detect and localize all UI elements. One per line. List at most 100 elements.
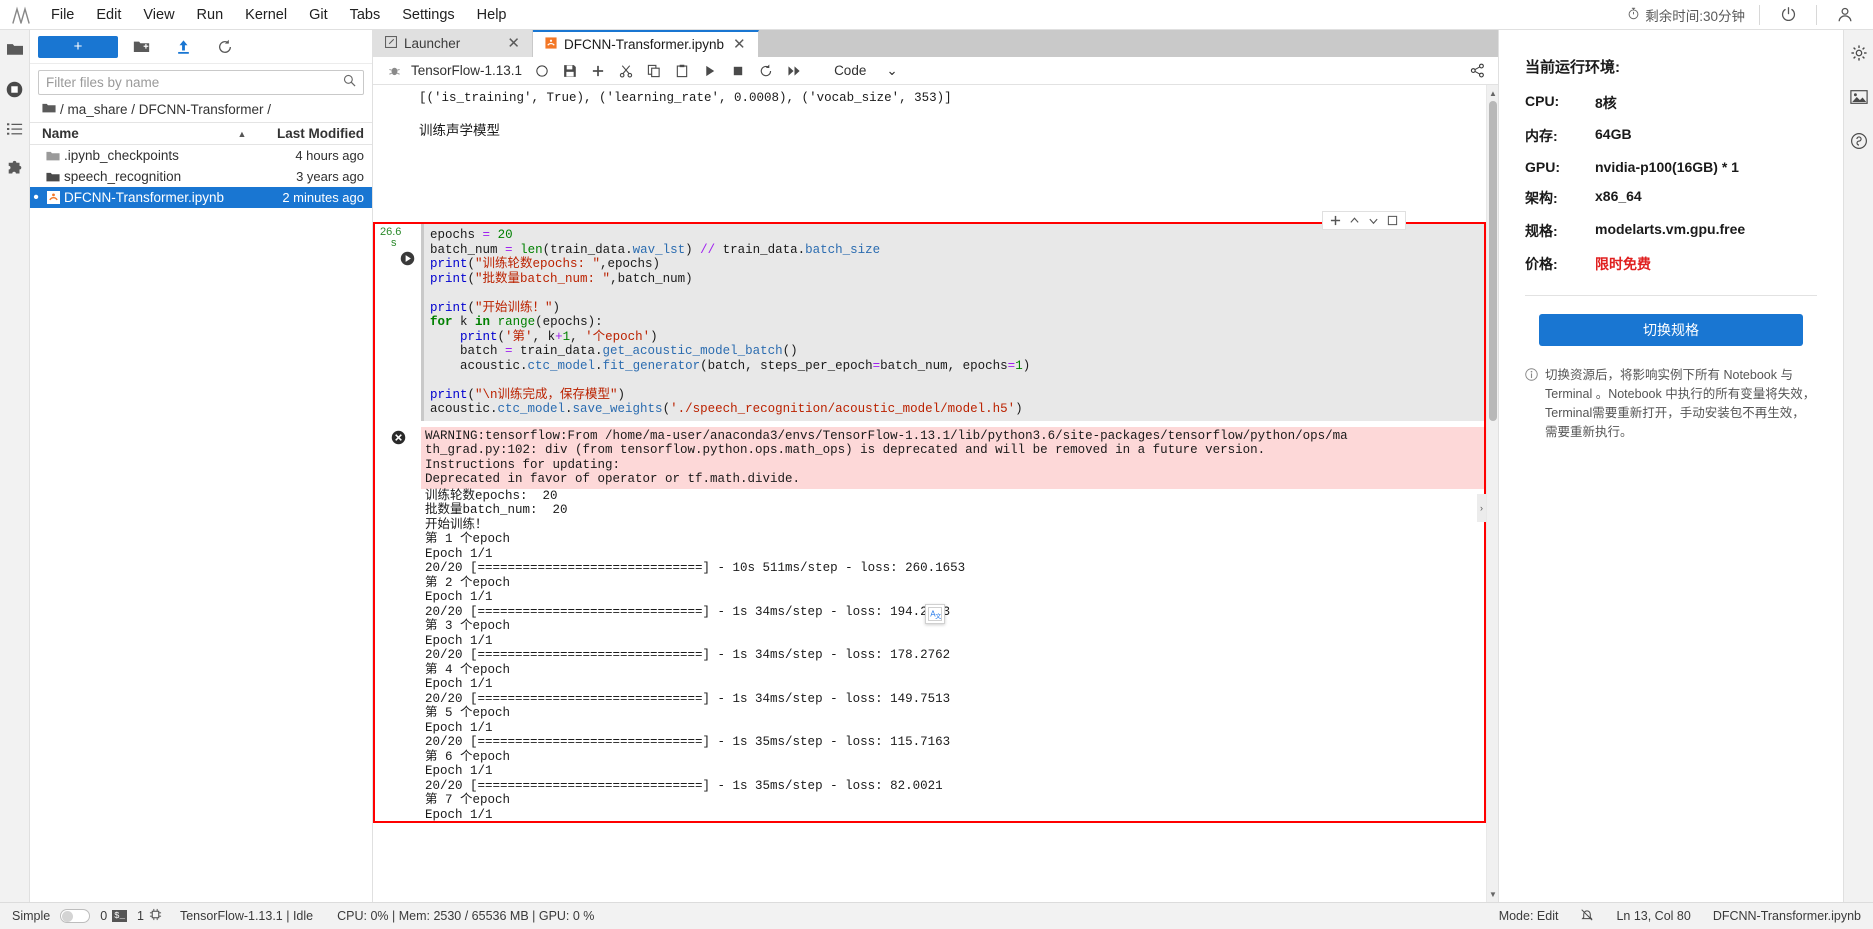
svg-text:文: 文 <box>935 612 941 620</box>
column-header-name[interactable]: Name <box>30 126 232 141</box>
warning-line: Deprecated in favor of operator or tf.ma… <box>425 472 801 486</box>
paste-cell-button[interactable] <box>669 59 695 83</box>
notebook-scrollbar[interactable]: ▲ ▼ <box>1486 85 1498 902</box>
kernel-status-label[interactable]: TensorFlow-1.13.1 | Idle <box>180 909 313 923</box>
restart-run-all-button[interactable] <box>781 59 807 83</box>
scroll-up-arrow-icon[interactable]: ▲ <box>1487 87 1498 99</box>
menu-item-view[interactable]: View <box>132 3 185 27</box>
settings-gear-icon[interactable] <box>1846 40 1872 66</box>
menu-item-kernel[interactable]: Kernel <box>234 3 298 27</box>
power-icon[interactable] <box>1760 6 1816 23</box>
spec-value: modelarts.vm.gpu.free <box>1595 221 1746 237</box>
menu-item-tabs[interactable]: Tabs <box>339 3 392 27</box>
list-item[interactable]: speech_recognition 3 years ago <box>30 166 372 187</box>
spec-value: nvidia-p100(16GB) * 1 <box>1595 159 1739 175</box>
image-panel-icon[interactable] <box>1846 84 1872 110</box>
panel-note-text: 切换资源后，将影响实例下所有 Notebook 与 Terminal 。Note… <box>1545 368 1816 439</box>
menu-item-settings[interactable]: Settings <box>391 3 465 27</box>
spec-key: 规格: <box>1525 223 1558 239</box>
resource-usage-label: CPU: 0% | Mem: 2530 / 65536 MB | GPU: 0 … <box>337 909 595 923</box>
cell-output-row: WARNING:tensorflow:From /home/ma-user/an… <box>375 426 1484 822</box>
menu-bar: File Edit View Run Kernel Git Tabs Setti… <box>0 0 1873 30</box>
spec-value: 64GB <box>1595 126 1632 142</box>
switch-flavor-button[interactable]: 切换规格 <box>1539 314 1803 346</box>
stdout-line: 20/20 [==============================] -… <box>425 604 951 619</box>
new-launcher-button[interactable]: + <box>38 35 118 58</box>
folder-icon <box>42 171 64 183</box>
menu-item-git[interactable]: Git <box>298 3 339 27</box>
insert-cell-button[interactable] <box>585 59 611 83</box>
kernel-idle-circle-icon <box>529 59 555 83</box>
extensions-puzzle-icon[interactable] <box>2 156 28 182</box>
bell-off-icon[interactable] <box>1580 908 1594 925</box>
debug-icon[interactable] <box>381 59 407 83</box>
code-editor[interactable]: epochs = 20 batch_num = len(train_data.w… <box>421 224 1484 421</box>
spec-key: 内存: <box>1525 128 1558 144</box>
running-terminals-icon[interactable] <box>2 76 28 102</box>
restart-kernel-button[interactable] <box>753 59 779 83</box>
cut-cell-button[interactable] <box>613 59 639 83</box>
menu-item-edit[interactable]: Edit <box>85 3 132 27</box>
simple-mode-toggle[interactable] <box>60 909 91 923</box>
notebook-icon <box>42 191 64 204</box>
close-icon[interactable]: ✕ <box>731 37 748 52</box>
search-icon <box>343 74 356 92</box>
remaining-time-label: 剩余时间:30分钟 <box>1645 8 1745 24</box>
close-icon[interactable]: ✕ <box>505 36 522 51</box>
new-folder-icon[interactable] <box>122 34 160 60</box>
scroll-down-arrow-icon[interactable]: ▼ <box>1487 888 1498 900</box>
stdout-line: 第 2 个epoch <box>425 575 511 590</box>
commands-icon[interactable] <box>2 116 28 142</box>
list-item-selected[interactable]: • DFCNN-Transformer.ipynb 2 minutes ago <box>30 187 372 208</box>
menu-item-run[interactable]: Run <box>186 3 235 27</box>
interrupt-kernel-button[interactable] <box>725 59 751 83</box>
file-filter-box[interactable] <box>38 70 364 95</box>
refresh-icon[interactable] <box>206 34 244 60</box>
simple-mode-label: Simple <box>12 909 51 923</box>
file-browser-icon[interactable] <box>2 36 28 62</box>
kernel-count-group[interactable]: 1 <box>137 908 162 924</box>
share-icon[interactable] <box>1464 59 1490 83</box>
scrollbar-thumb[interactable] <box>1489 101 1497 421</box>
right-panel-collapse-handle[interactable]: › <box>1477 493 1486 522</box>
stdout-line: 开始训练！ <box>425 517 488 532</box>
help-circle-icon[interactable] <box>1846 128 1872 154</box>
file-filter-input[interactable] <box>46 75 343 90</box>
breadcrumb-folder-icon <box>42 102 56 117</box>
sort-ascending-icon[interactable]: ▲ <box>232 129 252 139</box>
list-item[interactable]: .ipynb_checkpoints 4 hours ago <box>30 145 372 166</box>
file-browser-toolbar: + <box>30 30 372 64</box>
previous-cell-output: [('is_training', True), ('learning_rate'… <box>419 91 952 105</box>
translate-icon[interactable]: A 文 <box>925 604 945 624</box>
menu-item-help[interactable]: Help <box>466 3 518 27</box>
move-down-icon[interactable] <box>1365 213 1382 228</box>
stdout-line: Epoch 1/1 <box>425 633 493 648</box>
run-cell-inline-icon[interactable] <box>400 251 415 269</box>
copy-cell-button[interactable] <box>641 59 667 83</box>
move-up-icon[interactable] <box>1346 213 1363 228</box>
tab-notebook[interactable]: DFCNN-Transformer.ipynb ✕ <box>533 30 759 57</box>
jupyterlab-window: File Edit View Run Kernel Git Tabs Setti… <box>0 0 1873 929</box>
breadcrumb[interactable]: / ma_share / DFCNN-Transformer / <box>30 99 372 122</box>
stdout-line: 第 4 个epoch <box>425 662 511 677</box>
menu-item-file[interactable]: File <box>40 3 85 27</box>
breadcrumb-path: / ma_share / DFCNN-Transformer / <box>60 102 272 117</box>
kernel-icon <box>149 908 162 924</box>
active-code-cell[interactable]: 26.6 s epochs = 20 batch_num = len(train… <box>375 211 1484 822</box>
cell-type-select[interactable]: Code ⌄ <box>828 62 904 80</box>
column-header-last-modified[interactable]: Last Modified <box>252 126 372 141</box>
save-button[interactable] <box>557 59 583 83</box>
markdown-cell-heading[interactable]: 训练声学模型 <box>373 105 1486 145</box>
notebook-cells-container: [('is_training', True), ('learning_rate'… <box>373 85 1486 902</box>
file-name: DFCNN-Transformer.ipynb <box>64 190 225 205</box>
run-cell-button[interactable] <box>697 59 723 83</box>
terminal-count-group[interactable]: 0 $_ <box>100 909 127 923</box>
file-modified: 2 minutes ago <box>282 190 364 205</box>
environment-panel: 当前运行环境: CPU: 8核 内存: 64GB GPU: nvidia-p10… <box>1498 30 1843 902</box>
upload-icon[interactable] <box>164 34 202 60</box>
tab-launcher[interactable]: Launcher ✕ <box>373 30 533 57</box>
cursor-position-label[interactable]: Ln 13, Col 80 <box>1616 909 1690 923</box>
account-icon[interactable] <box>1817 6 1873 24</box>
add-cell-icon[interactable] <box>1327 213 1344 228</box>
delete-cell-icon[interactable] <box>1384 213 1401 228</box>
